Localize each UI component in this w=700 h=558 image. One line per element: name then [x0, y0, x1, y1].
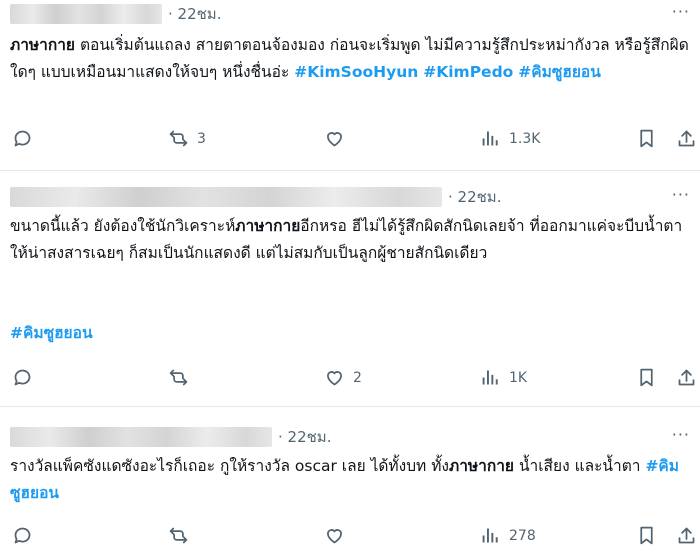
bookmark-icon: [640, 526, 653, 545]
bold-keyword: ภาษากาย: [10, 36, 76, 54]
more-dots-icon[interactable]: ···: [672, 2, 690, 21]
post-hashtags: #คิมซูฮยอน: [10, 320, 694, 347]
bookmark-button[interactable]: [636, 128, 657, 149]
hashtag-link[interactable]: #คิมซูฮยอน: [518, 63, 601, 81]
like-button[interactable]: [324, 525, 353, 546]
views-count: 1.3K: [509, 130, 541, 147]
heart-icon: [327, 371, 342, 386]
repost-icon: [169, 369, 188, 386]
repost-button[interactable]: [168, 525, 197, 546]
like-count: 2: [353, 369, 362, 386]
views-icon: [482, 131, 498, 146]
action-bar: 3 1.3K: [0, 128, 700, 152]
bookmark-button[interactable]: [636, 525, 657, 546]
post-timestamp[interactable]: · 22ชม.: [278, 425, 331, 449]
bookmark-button[interactable]: [636, 367, 657, 388]
reply-button[interactable]: [12, 128, 41, 149]
bookmark-icon: [640, 129, 653, 148]
post-body: น้ำเสียง และน้ำตา: [518, 457, 646, 475]
blurred-username: [10, 427, 272, 447]
post-body: รางวัลแพ็คซังแดซังอะไรก็เถอะ กูให้รางวัล…: [10, 457, 449, 475]
repost-button[interactable]: [168, 367, 197, 388]
repost-icon: [169, 130, 188, 147]
bookmark-icon: [640, 368, 653, 387]
more-dots-icon[interactable]: ···: [672, 185, 690, 204]
action-bar: 2 1K: [0, 367, 700, 391]
like-button[interactable]: 2: [324, 367, 362, 388]
hashtag-link[interactable]: #KimSooHyun: [294, 63, 418, 81]
bold-keyword: ภาษากาย: [449, 457, 515, 475]
bold-keyword: ภาษากาย: [235, 217, 301, 235]
views-button[interactable]: 1.3K: [480, 128, 540, 149]
share-icon: [678, 369, 695, 386]
post-timestamp[interactable]: · 22ชม.: [168, 2, 221, 26]
views-icon: [482, 528, 498, 543]
action-bar: 278: [0, 525, 700, 549]
hashtag-link[interactable]: #คิมซูฮยอน: [10, 324, 93, 342]
blurred-username: [10, 187, 442, 207]
post-2[interactable]: · 22ชม. ··· ขนาดนี้แล้ว ยังต้องใช้นักวิเ…: [0, 171, 700, 406]
post-body: ขนาดนี้แล้ว ยังต้องใช้นักวิเคราะห์: [10, 217, 236, 235]
heart-icon: [327, 132, 342, 147]
post-3[interactable]: · 22ชม. ··· รางวัลแพ็คซังแดซังอะไรก็เถอะ…: [0, 407, 700, 558]
share-icon: [678, 130, 695, 147]
heart-icon: [327, 529, 342, 544]
post-text: ขนาดนี้แล้ว ยังต้องใช้นักวิเคราะห์ภาษากา…: [10, 213, 694, 267]
share-button[interactable]: [676, 367, 697, 388]
post-header: · 22ชม.: [10, 187, 501, 207]
reply-icon: [14, 369, 31, 386]
share-icon: [678, 527, 695, 544]
blurred-username: [10, 4, 162, 24]
reply-icon: [14, 527, 31, 544]
views-count: 278: [509, 527, 536, 544]
post-timestamp[interactable]: · 22ชม.: [448, 185, 501, 209]
post-header: · 22ชม.: [10, 4, 221, 24]
hashtag-link[interactable]: #KimPedo: [423, 63, 513, 81]
reply-button[interactable]: [12, 367, 41, 388]
post-text: ภาษากาย ตอนเริ่มต้นแถลง สายตาตอนจ้องมอง …: [10, 32, 694, 86]
post-text: รางวัลแพ็คซังแดซังอะไรก็เถอะ กูให้รางวัล…: [10, 453, 694, 507]
share-button[interactable]: [676, 525, 697, 546]
like-button[interactable]: [324, 128, 353, 149]
repost-count: 3: [197, 130, 206, 147]
post-1[interactable]: · 22ชม. ··· ภาษากาย ตอนเริ่มต้นแถลง สายต…: [0, 0, 700, 170]
views-button[interactable]: 1K: [480, 367, 527, 388]
post-header: · 22ชม.: [10, 427, 331, 447]
reply-icon: [14, 130, 31, 147]
reply-button[interactable]: [12, 525, 41, 546]
views-button[interactable]: 278: [480, 525, 536, 546]
repost-icon: [169, 527, 188, 544]
share-button[interactable]: [676, 128, 697, 149]
more-dots-icon[interactable]: ···: [672, 425, 690, 444]
views-icon: [482, 370, 498, 385]
repost-button[interactable]: 3: [168, 128, 206, 149]
views-count: 1K: [509, 369, 528, 386]
